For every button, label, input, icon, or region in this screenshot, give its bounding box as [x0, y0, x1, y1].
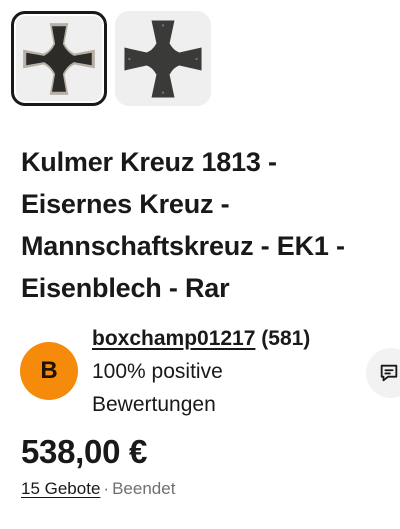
title-line: Kulmer Kreuz 1813 -	[21, 147, 277, 177]
title-line: Mannschaftskreuz - EK1 -	[21, 231, 345, 261]
bids-link[interactable]: 15 Gebote	[21, 479, 100, 498]
separator: ·	[103, 479, 110, 498]
gallery-thumbnail-2[interactable]	[115, 11, 211, 106]
contact-seller-button[interactable]	[366, 348, 400, 398]
item-price: 538,00 €	[21, 433, 148, 470]
feedback-count: (581)	[261, 327, 311, 350]
feedback-label: Bewertungen	[92, 393, 216, 416]
auction-meta: 15 Gebote · Beendet	[21, 479, 175, 499]
auction-status: Beendet	[112, 479, 176, 498]
image-gallery	[11, 11, 211, 106]
seller-name-link[interactable]: boxchamp01217	[92, 327, 255, 350]
seller-details: boxchamp01217 (581) 100% positive Bewert…	[92, 322, 342, 421]
chat-icon	[380, 364, 398, 382]
gallery-thumbnail-1[interactable]	[11, 11, 107, 106]
listing-title: Kulmer Kreuz 1813 - Eisernes Kreuz - Man…	[21, 141, 393, 309]
title-line: Eisernes Kreuz -	[21, 189, 230, 219]
iron-cross-front-icon	[23, 22, 95, 95]
title-line: Eisenblech - Rar	[21, 273, 230, 303]
avatar[interactable]: B	[20, 342, 78, 400]
seller-info: B boxchamp01217 (581) 100% positive Bewe…	[20, 322, 400, 417]
iron-cross-back-icon	[124, 19, 202, 98]
feedback-percent: 100% positive	[92, 360, 223, 383]
